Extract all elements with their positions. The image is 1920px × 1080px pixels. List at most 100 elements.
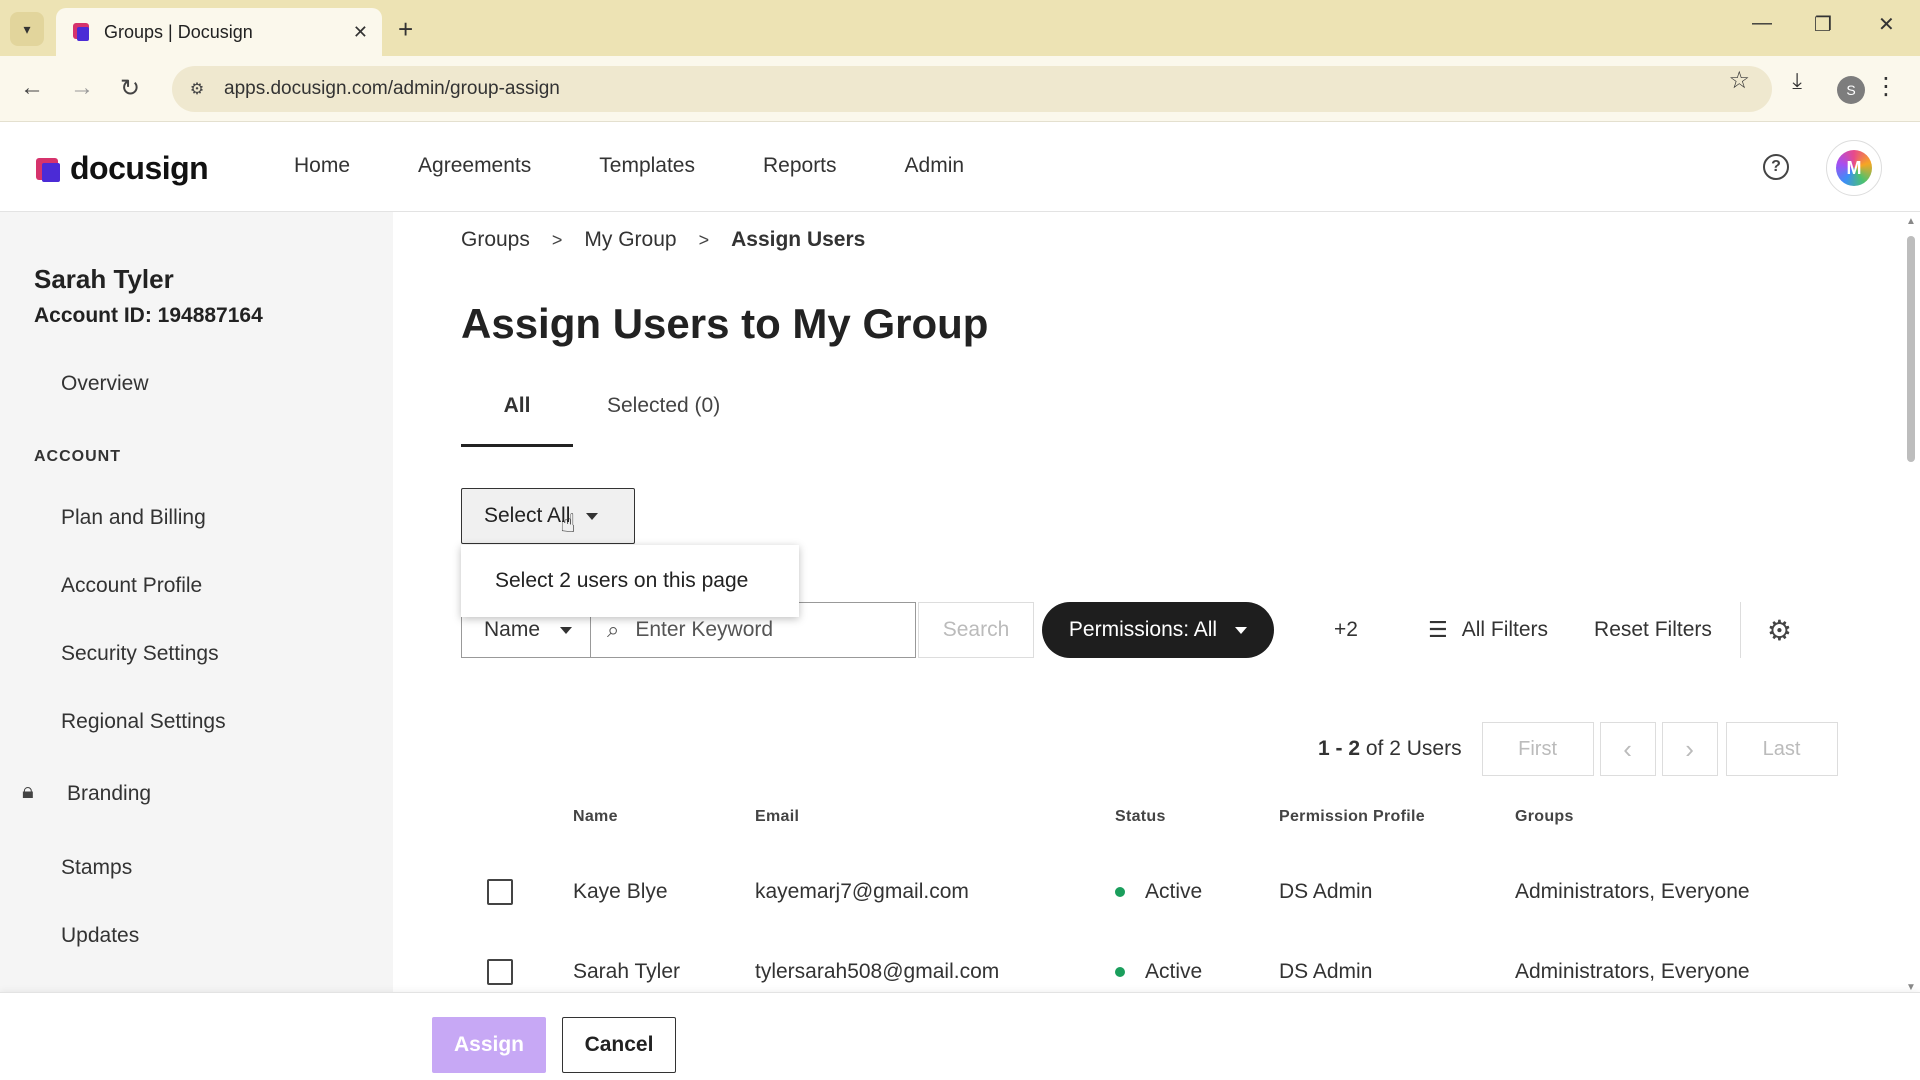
nav-templates[interactable]: Templates bbox=[599, 154, 695, 178]
assign-button[interactable]: Assign bbox=[432, 1017, 546, 1073]
caret-down-icon bbox=[586, 512, 599, 520]
tab-close-icon[interactable]: ✕ bbox=[353, 22, 368, 43]
new-tab-icon[interactable]: + bbox=[398, 14, 413, 45]
tab-title: Groups | Docusign bbox=[104, 21, 253, 42]
gear-icon[interactable]: ⚙ bbox=[1767, 614, 1792, 647]
next-page-icon[interactable]: › bbox=[1661, 722, 1718, 776]
cell-permission-profile: DS Admin bbox=[1279, 880, 1373, 903]
filter-icon: ☰ bbox=[1427, 617, 1448, 642]
scroll-thumb[interactable] bbox=[1907, 236, 1915, 462]
cell-groups: Administrators, Everyone bbox=[1515, 880, 1750, 903]
tab-selected[interactable]: Selected (0) bbox=[607, 382, 720, 447]
hand-cursor-icon: ☝ bbox=[560, 508, 576, 538]
chevron-right-icon: > bbox=[698, 229, 710, 250]
user-avatar[interactable]: M bbox=[1826, 140, 1882, 196]
sidebar-account-id: Account ID: 194887164 bbox=[34, 304, 263, 327]
docusign-logo[interactable]: docusign bbox=[34, 150, 209, 187]
search-icon: ⌕ bbox=[607, 617, 620, 642]
browser-tabbar: ▾ Groups | Docusign ✕ + — ❐ ✕ bbox=[0, 0, 1920, 56]
select-all-label: Select All bbox=[484, 504, 571, 527]
browser-profile-avatar[interactable]: S bbox=[1837, 76, 1865, 104]
chevron-right-icon: > bbox=[551, 229, 563, 250]
browser-menu-icon[interactable]: ⋮ bbox=[1874, 72, 1898, 101]
tab-list-chevron-icon[interactable]: ▾ bbox=[10, 12, 44, 46]
forward-icon[interactable]: → bbox=[70, 74, 94, 102]
col-header-groups[interactable]: Groups bbox=[1515, 808, 1574, 826]
breadcrumb: Groups > My Group > Assign Users bbox=[461, 228, 865, 252]
permissions-filter-button[interactable]: Permissions: All bbox=[1042, 602, 1274, 658]
breadcrumb-assign-users: Assign Users bbox=[731, 228, 866, 251]
cell-permission-profile: DS Admin bbox=[1279, 960, 1373, 983]
cell-status-label: Active bbox=[1145, 880, 1203, 903]
col-header-email[interactable]: Email bbox=[755, 808, 799, 826]
keyword-placeholder: Enter Keyword bbox=[635, 618, 774, 641]
all-filters-button[interactable]: ☰ All Filters bbox=[1428, 617, 1548, 643]
more-filters-count[interactable]: +2 bbox=[1334, 618, 1358, 642]
back-icon[interactable]: ← bbox=[20, 74, 44, 102]
result-total: of 2 Users bbox=[1365, 737, 1462, 760]
caret-down-icon bbox=[1235, 626, 1248, 634]
action-footer: Assign Cancel bbox=[0, 992, 1920, 1080]
cell-email: tylersarah508@gmail.com bbox=[755, 960, 1000, 983]
scroll-up-icon[interactable]: ▲ bbox=[1906, 216, 1916, 227]
cell-email: kayemarj7@gmail.com bbox=[755, 880, 969, 903]
first-page-button[interactable]: First bbox=[1481, 722, 1594, 776]
result-range: 1 - 2 bbox=[1318, 737, 1361, 760]
status-dot-icon bbox=[1115, 887, 1125, 898]
sidebar-item-overview[interactable]: Overview bbox=[61, 372, 149, 396]
cell-groups: Administrators, Everyone bbox=[1515, 960, 1750, 983]
address-bar[interactable]: ⚙ apps.docusign.com/admin/group-assign bbox=[172, 66, 1772, 112]
col-header-name[interactable]: Name bbox=[573, 808, 618, 826]
docusign-logo-icon bbox=[36, 157, 60, 182]
pager: 1 - 2 of 2 Users First ‹ › Last bbox=[1318, 722, 1838, 776]
cell-status: Active bbox=[1115, 880, 1202, 904]
last-page-button[interactable]: Last bbox=[1725, 722, 1838, 776]
row-checkbox[interactable] bbox=[487, 879, 513, 905]
sidebar-item-updates[interactable]: Updates bbox=[61, 924, 139, 948]
top-nav: Home Agreements Templates Reports Admin bbox=[294, 154, 1032, 178]
row-checkbox[interactable] bbox=[487, 959, 513, 985]
bookmark-star-icon[interactable]: ☆ bbox=[1728, 66, 1750, 95]
nav-reports[interactable]: Reports bbox=[763, 154, 837, 178]
divider bbox=[1739, 602, 1741, 658]
restore-icon[interactable]: ❐ bbox=[1814, 12, 1832, 37]
help-icon[interactable]: ? bbox=[1763, 154, 1789, 180]
minimize-icon[interactable]: — bbox=[1752, 12, 1772, 35]
browser-tab[interactable]: Groups | Docusign ✕ bbox=[56, 8, 382, 56]
tab-all[interactable]: All bbox=[461, 382, 573, 447]
reset-filters-button[interactable]: Reset Filters bbox=[1594, 618, 1712, 642]
sidebar-user-name: Sarah Tyler bbox=[34, 264, 174, 294]
cell-name: Sarah Tyler bbox=[573, 960, 680, 983]
sidebar-item-branding[interactable]: Branding bbox=[67, 782, 151, 806]
sidebar-item-regional-settings[interactable]: Regional Settings bbox=[61, 710, 226, 734]
page-title: Assign Users to My Group bbox=[461, 300, 989, 347]
sidebar-item-account-profile[interactable]: Account Profile bbox=[61, 574, 202, 598]
breadcrumb-groups[interactable]: Groups bbox=[461, 228, 530, 252]
col-header-permission-profile[interactable]: Permission Profile bbox=[1279, 808, 1425, 826]
docusign-favicon-icon bbox=[73, 23, 89, 41]
select-all-button[interactable]: Select All bbox=[461, 488, 635, 544]
sidebar-item-security-settings[interactable]: Security Settings bbox=[61, 642, 219, 666]
sidebar-item-stamps[interactable]: Stamps bbox=[61, 856, 132, 880]
site-settings-icon[interactable]: ⚙ bbox=[182, 74, 212, 104]
nav-home[interactable]: Home bbox=[294, 154, 350, 178]
col-header-status[interactable]: Status bbox=[1115, 808, 1166, 826]
nav-admin[interactable]: Admin bbox=[905, 154, 965, 178]
window-close-icon[interactable]: ✕ bbox=[1878, 12, 1895, 37]
cancel-button[interactable]: Cancel bbox=[562, 1017, 676, 1073]
sidebar-item-plan-billing[interactable]: Plan and Billing bbox=[61, 506, 206, 530]
reload-icon[interactable]: ↻ bbox=[120, 74, 140, 103]
app-header: docusign Home Agreements Templates Repor… bbox=[0, 122, 1920, 212]
search-button[interactable]: Search bbox=[918, 602, 1034, 658]
sidebar: Sarah Tyler Account ID: 194887164 Overvi… bbox=[0, 212, 393, 992]
select-all-dropdown-option[interactable]: Select 2 users on this page bbox=[461, 545, 799, 617]
browser-toolbar: ← → ↻ ⚙ apps.docusign.com/admin/group-as… bbox=[0, 56, 1920, 122]
breadcrumb-my-group[interactable]: My Group bbox=[584, 228, 676, 252]
download-icon[interactable]: ⤓ bbox=[1792, 68, 1802, 94]
page-scrollbar[interactable]: ▲ ▼ bbox=[1904, 212, 1920, 993]
permissions-filter-label: Permissions: All bbox=[1068, 618, 1218, 641]
sidebar-section-account: ACCOUNT bbox=[34, 448, 121, 465]
nav-agreements[interactable]: Agreements bbox=[418, 154, 531, 178]
prev-page-icon[interactable]: ‹ bbox=[1599, 722, 1656, 776]
status-dot-icon bbox=[1115, 967, 1125, 978]
